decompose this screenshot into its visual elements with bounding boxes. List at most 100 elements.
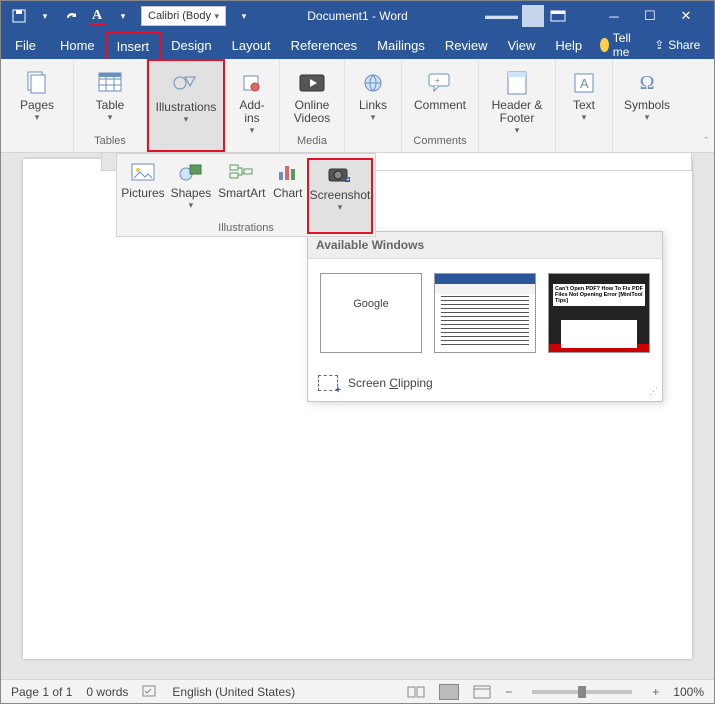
share-icon: ⇪ — [654, 38, 664, 52]
resize-grip-icon[interactable]: ⋰ — [649, 386, 658, 397]
pages-icon — [21, 69, 53, 97]
group-pages: Pages▾ — [1, 59, 74, 152]
screen-clipping-icon — [318, 375, 338, 391]
window-thumbnail-2[interactable] — [434, 273, 536, 353]
group-comments: + Comment Comments — [402, 59, 479, 152]
user-account[interactable]: ▬▬▬ — [485, 5, 544, 27]
screenshot-icon: + — [325, 162, 355, 188]
group-symbols: Ω Symbols▾ — [613, 59, 681, 152]
zoom-slider[interactable] — [532, 690, 632, 694]
user-name: ▬▬▬ — [485, 10, 518, 22]
symbols-button[interactable]: Ω Symbols▾ — [619, 65, 675, 127]
collapse-ribbon-icon[interactable]: ˆ — [704, 136, 708, 148]
ribbon-options-icon — [550, 9, 568, 23]
text-button[interactable]: A Text▾ — [562, 65, 606, 127]
group-text: A Text▾ — [556, 59, 613, 152]
minimize-button[interactable]: ─ — [596, 1, 632, 31]
illustrations-gallery: Pictures Shapes▾ SmartArt Chart + Screen… — [116, 153, 376, 237]
video-icon — [296, 69, 328, 97]
redo-icon[interactable] — [63, 8, 79, 24]
title-bar: ▾ A ▾ Calibri (Body ▾ Document1 - Word ▬… — [1, 1, 714, 31]
ribbon: Pages▾ Table▾ Tables Illustrations▾ Add-… — [1, 59, 714, 153]
window-controls: ─ ☐ ✕ — [596, 1, 704, 31]
tab-insert[interactable]: Insert — [105, 31, 162, 59]
text-icon: A — [568, 69, 600, 97]
font-name: Calibri (Body — [148, 10, 211, 22]
tab-mailings[interactable]: Mailings — [367, 31, 435, 59]
tab-references[interactable]: References — [281, 31, 367, 59]
tab-tellme[interactable]: Tell me — [592, 31, 644, 59]
screenshot-panel: Available Windows Screen Clipping ⋰ — [307, 231, 663, 402]
maximize-button[interactable]: ☐ — [632, 1, 668, 31]
pages-button[interactable]: Pages▾ — [7, 65, 67, 127]
available-windows-list — [308, 259, 662, 369]
illustrations-group-label: Illustrations — [117, 222, 375, 234]
links-button[interactable]: Links▾ — [351, 65, 395, 127]
zoom-level[interactable]: 100% — [673, 685, 704, 699]
screen-clipping-label: Screen Clipping — [348, 376, 433, 390]
header-footer-icon — [501, 69, 533, 97]
window-title: Document1 - Word — [307, 9, 407, 23]
ribbon-display-options[interactable] — [550, 9, 568, 23]
print-layout-view-button[interactable] — [439, 684, 459, 700]
status-bar: Page 1 of 1 0 words English (United Stat… — [1, 679, 714, 703]
zoom-out-button[interactable]: − — [505, 685, 512, 699]
illustrations-button[interactable]: Illustrations▾ — [150, 67, 222, 129]
links-icon — [357, 69, 389, 97]
group-illustrations: Illustrations▾ — [147, 59, 225, 152]
group-tables: Table▾ Tables — [74, 59, 147, 152]
qat-font-dropdown-icon[interactable]: ▾ — [115, 8, 131, 24]
word-count[interactable]: 0 words — [86, 685, 128, 699]
zoom-handle[interactable] — [578, 686, 586, 698]
web-layout-icon[interactable] — [473, 685, 491, 699]
window-thumbnail-3[interactable] — [548, 273, 650, 353]
table-icon — [94, 69, 126, 97]
font-color-icon[interactable]: A — [89, 8, 105, 24]
font-selector[interactable]: Calibri (Body — [141, 6, 226, 26]
header-footer-button[interactable]: Header & Footer▾ — [485, 65, 549, 140]
group-label-tables: Tables — [94, 133, 126, 150]
illustrations-icon — [170, 71, 202, 99]
svg-text:+: + — [435, 76, 440, 85]
zoom-in-button[interactable]: + — [652, 685, 659, 699]
tab-file[interactable]: File — [1, 31, 50, 59]
pictures-icon — [128, 160, 158, 186]
window-thumbnail-1[interactable] — [320, 273, 422, 353]
group-label-comments: Comments — [413, 133, 466, 150]
qat-dropdown-icon[interactable]: ▾ — [37, 8, 53, 24]
bulb-icon — [600, 38, 609, 52]
smartart-icon — [227, 160, 257, 186]
close-button[interactable]: ✕ — [668, 1, 704, 31]
svg-text:A: A — [580, 76, 589, 91]
addins-button[interactable]: Add- ins▾ — [231, 65, 273, 140]
qat-customize-icon[interactable]: ▾ — [236, 8, 252, 24]
shapes-icon — [176, 160, 206, 186]
tab-layout[interactable]: Layout — [222, 31, 281, 59]
avatar-icon — [522, 5, 544, 27]
page-count[interactable]: Page 1 of 1 — [11, 685, 72, 699]
comment-button[interactable]: + Comment — [408, 65, 472, 116]
tab-design[interactable]: Design — [161, 31, 221, 59]
screen-clipping-item[interactable]: Screen Clipping — [308, 369, 662, 401]
table-button[interactable]: Table▾ — [80, 65, 140, 127]
tab-share[interactable]: ⇪Share — [646, 38, 708, 52]
tab-review[interactable]: Review — [435, 31, 498, 59]
spellcheck-icon[interactable] — [142, 685, 158, 699]
online-videos-button[interactable]: Online Videos — [286, 65, 338, 129]
tab-view[interactable]: View — [497, 31, 545, 59]
group-links: Links▾ — [345, 59, 402, 152]
svg-text:+: + — [346, 177, 350, 184]
group-label-media: Media — [297, 133, 327, 150]
language-status[interactable]: English (United States) — [172, 685, 295, 699]
tab-home[interactable]: Home — [50, 31, 105, 59]
quick-access-toolbar: ▾ A ▾ Calibri (Body ▾ — [1, 6, 252, 26]
ribbon-tabs: File Home Insert Design Layout Reference… — [1, 31, 714, 59]
tab-help[interactable]: Help — [545, 31, 592, 59]
chart-icon — [273, 160, 303, 186]
symbols-icon: Ω — [631, 69, 663, 97]
group-headerfooter: Header & Footer▾ — [479, 59, 556, 152]
addins-icon — [236, 69, 268, 97]
comment-icon: + — [424, 69, 456, 97]
read-mode-icon[interactable] — [407, 685, 425, 699]
save-icon[interactable] — [11, 8, 27, 24]
